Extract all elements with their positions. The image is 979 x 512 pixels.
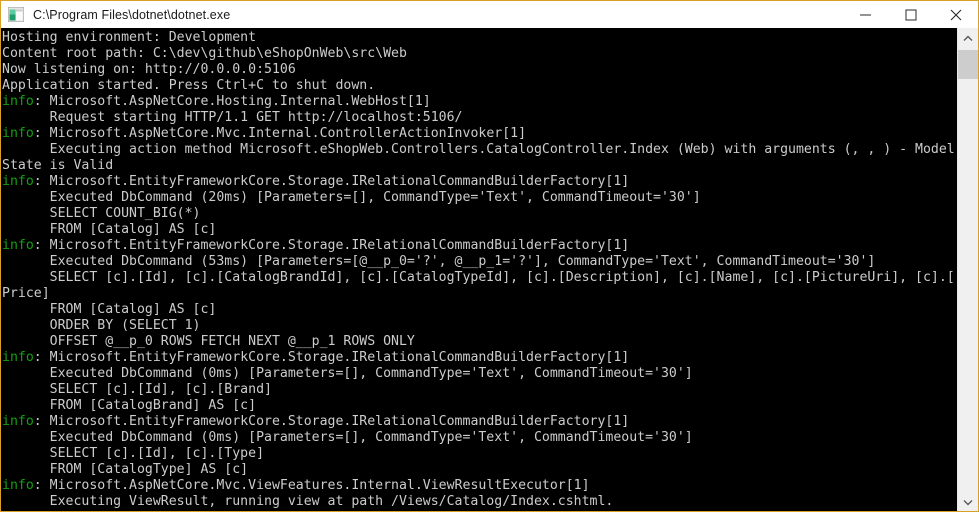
- log-level-info: info: [2, 174, 34, 189]
- console-text: FROM [Catalog] AS [c]: [2, 302, 217, 317]
- console-line: SELECT COUNT_BIG(*): [2, 206, 957, 222]
- log-level-info: info: [2, 94, 34, 109]
- console-line: Hosting environment: Development: [2, 30, 957, 46]
- console-line: Content root path: C:\dev\github\eShopOn…: [2, 46, 957, 62]
- log-level-info: info: [2, 414, 34, 429]
- console-text: Executed DbCommand (0ms) [Parameters=[],…: [2, 430, 693, 445]
- minimize-button[interactable]: [843, 1, 888, 28]
- console-line: info: Microsoft.AspNetCore.Mvc.Internal.…: [2, 126, 957, 142]
- console-text: FROM [CatalogType] AS [c]: [2, 462, 249, 477]
- console-text: FROM [CatalogBrand] AS [c]: [2, 398, 257, 413]
- console-line: SELECT [c].[Id], [c].[Brand]: [2, 382, 957, 398]
- log-level-info: info: [2, 126, 34, 141]
- console-line: info: Microsoft.EntityFrameworkCore.Stor…: [2, 238, 957, 254]
- console-line: Now listening on: http://0.0.0.0:5106: [2, 62, 957, 78]
- console-line: info: Microsoft.AspNetCore.Hosting.Inter…: [2, 94, 957, 110]
- console-line: Request starting HTTP/1.1 GET http://loc…: [2, 110, 957, 126]
- console-text: State is Valid: [2, 158, 114, 173]
- vertical-scrollbar[interactable]: [957, 28, 978, 511]
- console-line: Executed DbCommand (53ms) [Parameters=[@…: [2, 254, 957, 270]
- console-line: FROM [Catalog] AS [c]: [2, 302, 957, 318]
- console-line: info: Microsoft.EntityFrameworkCore.Stor…: [2, 174, 957, 190]
- console-line: Executed DbCommand (0ms) [Parameters=[],…: [2, 430, 957, 446]
- console-text: : Microsoft.AspNetCore.Mvc.Internal.Cont…: [33, 126, 527, 141]
- console-text: SELECT [c].[Id], [c].[Brand]: [2, 382, 272, 397]
- log-level-info: info: [2, 478, 34, 493]
- console-line: State is Valid: [2, 158, 957, 174]
- console-text: : Microsoft.EntityFrameworkCore.Storage.…: [33, 174, 630, 189]
- console-text: Price]: [2, 286, 50, 301]
- console-text: Content root path: C:\dev\github\eShopOn…: [2, 46, 407, 61]
- console-text: OFFSET @__p_0 ROWS FETCH NEXT @__p_1 ROW…: [2, 334, 415, 349]
- console-text: SELECT COUNT_BIG(*): [2, 206, 201, 221]
- console-text: : Microsoft.EntityFrameworkCore.Storage.…: [33, 414, 630, 429]
- console-window: C:\Program Files\dotnet\dotnet.exe Hosti…: [0, 0, 979, 512]
- console-line: FROM [Catalog] AS [c]: [2, 222, 957, 238]
- console-line: Executing ViewResult, running view at pa…: [2, 494, 957, 510]
- console-line: info: Microsoft.AspNetCore.Mvc.ViewFeatu…: [2, 478, 957, 494]
- console-output[interactable]: Hosting environment: Development Content …: [1, 28, 957, 511]
- console-text: Executing ViewResult, running view at pa…: [2, 494, 614, 509]
- console-text: ORDER BY (SELECT 1): [2, 318, 201, 333]
- console-line: SELECT [c].[Id], [c].[Type]: [2, 446, 957, 462]
- log-level-info: info: [2, 350, 34, 365]
- console-text: Executed DbCommand (20ms) [Parameters=[]…: [2, 190, 701, 205]
- title-bar[interactable]: C:\Program Files\dotnet\dotnet.exe: [1, 1, 978, 28]
- console-line: FROM [CatalogBrand] AS [c]: [2, 398, 957, 414]
- chevron-down-icon[interactable]: [958, 492, 978, 511]
- chevron-up-icon[interactable]: [958, 28, 978, 48]
- console-text: SELECT [c].[Id], [c].[CatalogBrandId], […: [2, 270, 955, 285]
- console-text: : Microsoft.AspNetCore.Mvc.ViewFeatures.…: [33, 478, 590, 493]
- console-text: Now listening on: http://0.0.0.0:5106: [2, 62, 296, 77]
- console-line: Executed DbCommand (20ms) [Parameters=[]…: [2, 190, 957, 206]
- console-text: : Microsoft.EntityFrameworkCore.Storage.…: [33, 350, 630, 365]
- console-line: info: Microsoft.EntityFrameworkCore.Stor…: [2, 350, 957, 366]
- console-line: Executing action method Microsoft.eShopW…: [2, 142, 957, 158]
- window-controls: [843, 1, 978, 28]
- scrollbar-thumb[interactable]: [958, 50, 978, 79]
- console-text: Executing action method Microsoft.eShopW…: [2, 142, 955, 157]
- console-window-icon: [8, 7, 24, 22]
- console-text: Request starting HTTP/1.1 GET http://loc…: [2, 110, 463, 125]
- console-text: Executed DbCommand (53ms) [Parameters=[@…: [2, 254, 876, 269]
- window-title: C:\Program Files\dotnet\dotnet.exe: [33, 7, 231, 22]
- console-text: : Microsoft.AspNetCore.Hosting.Internal.…: [33, 94, 431, 109]
- maximize-button[interactable]: [888, 1, 933, 28]
- console-text: : Microsoft.EntityFrameworkCore.Storage.…: [33, 238, 630, 253]
- log-level-info: info: [2, 238, 34, 253]
- console-line: Price]: [2, 286, 957, 302]
- console-text: Application started. Press Ctrl+C to shu…: [2, 78, 376, 93]
- console-line: SELECT [c].[Id], [c].[CatalogBrandId], […: [2, 270, 957, 286]
- console-line: FROM [CatalogType] AS [c]: [2, 462, 957, 478]
- console-line: Executed DbCommand (0ms) [Parameters=[],…: [2, 366, 957, 382]
- close-button[interactable]: [933, 1, 978, 28]
- console-text: FROM [Catalog] AS [c]: [2, 222, 217, 237]
- console-text: Hosting environment: Development: [2, 30, 257, 45]
- console-line: ORDER BY (SELECT 1): [2, 318, 957, 334]
- console-text: Executed DbCommand (0ms) [Parameters=[],…: [2, 366, 693, 381]
- console-text: SELECT [c].[Id], [c].[Type]: [2, 446, 265, 461]
- console-line: OFFSET @__p_0 ROWS FETCH NEXT @__p_1 ROW…: [2, 334, 957, 350]
- console-line: info: Microsoft.EntityFrameworkCore.Stor…: [2, 414, 957, 430]
- console-line: Application started. Press Ctrl+C to shu…: [2, 78, 957, 94]
